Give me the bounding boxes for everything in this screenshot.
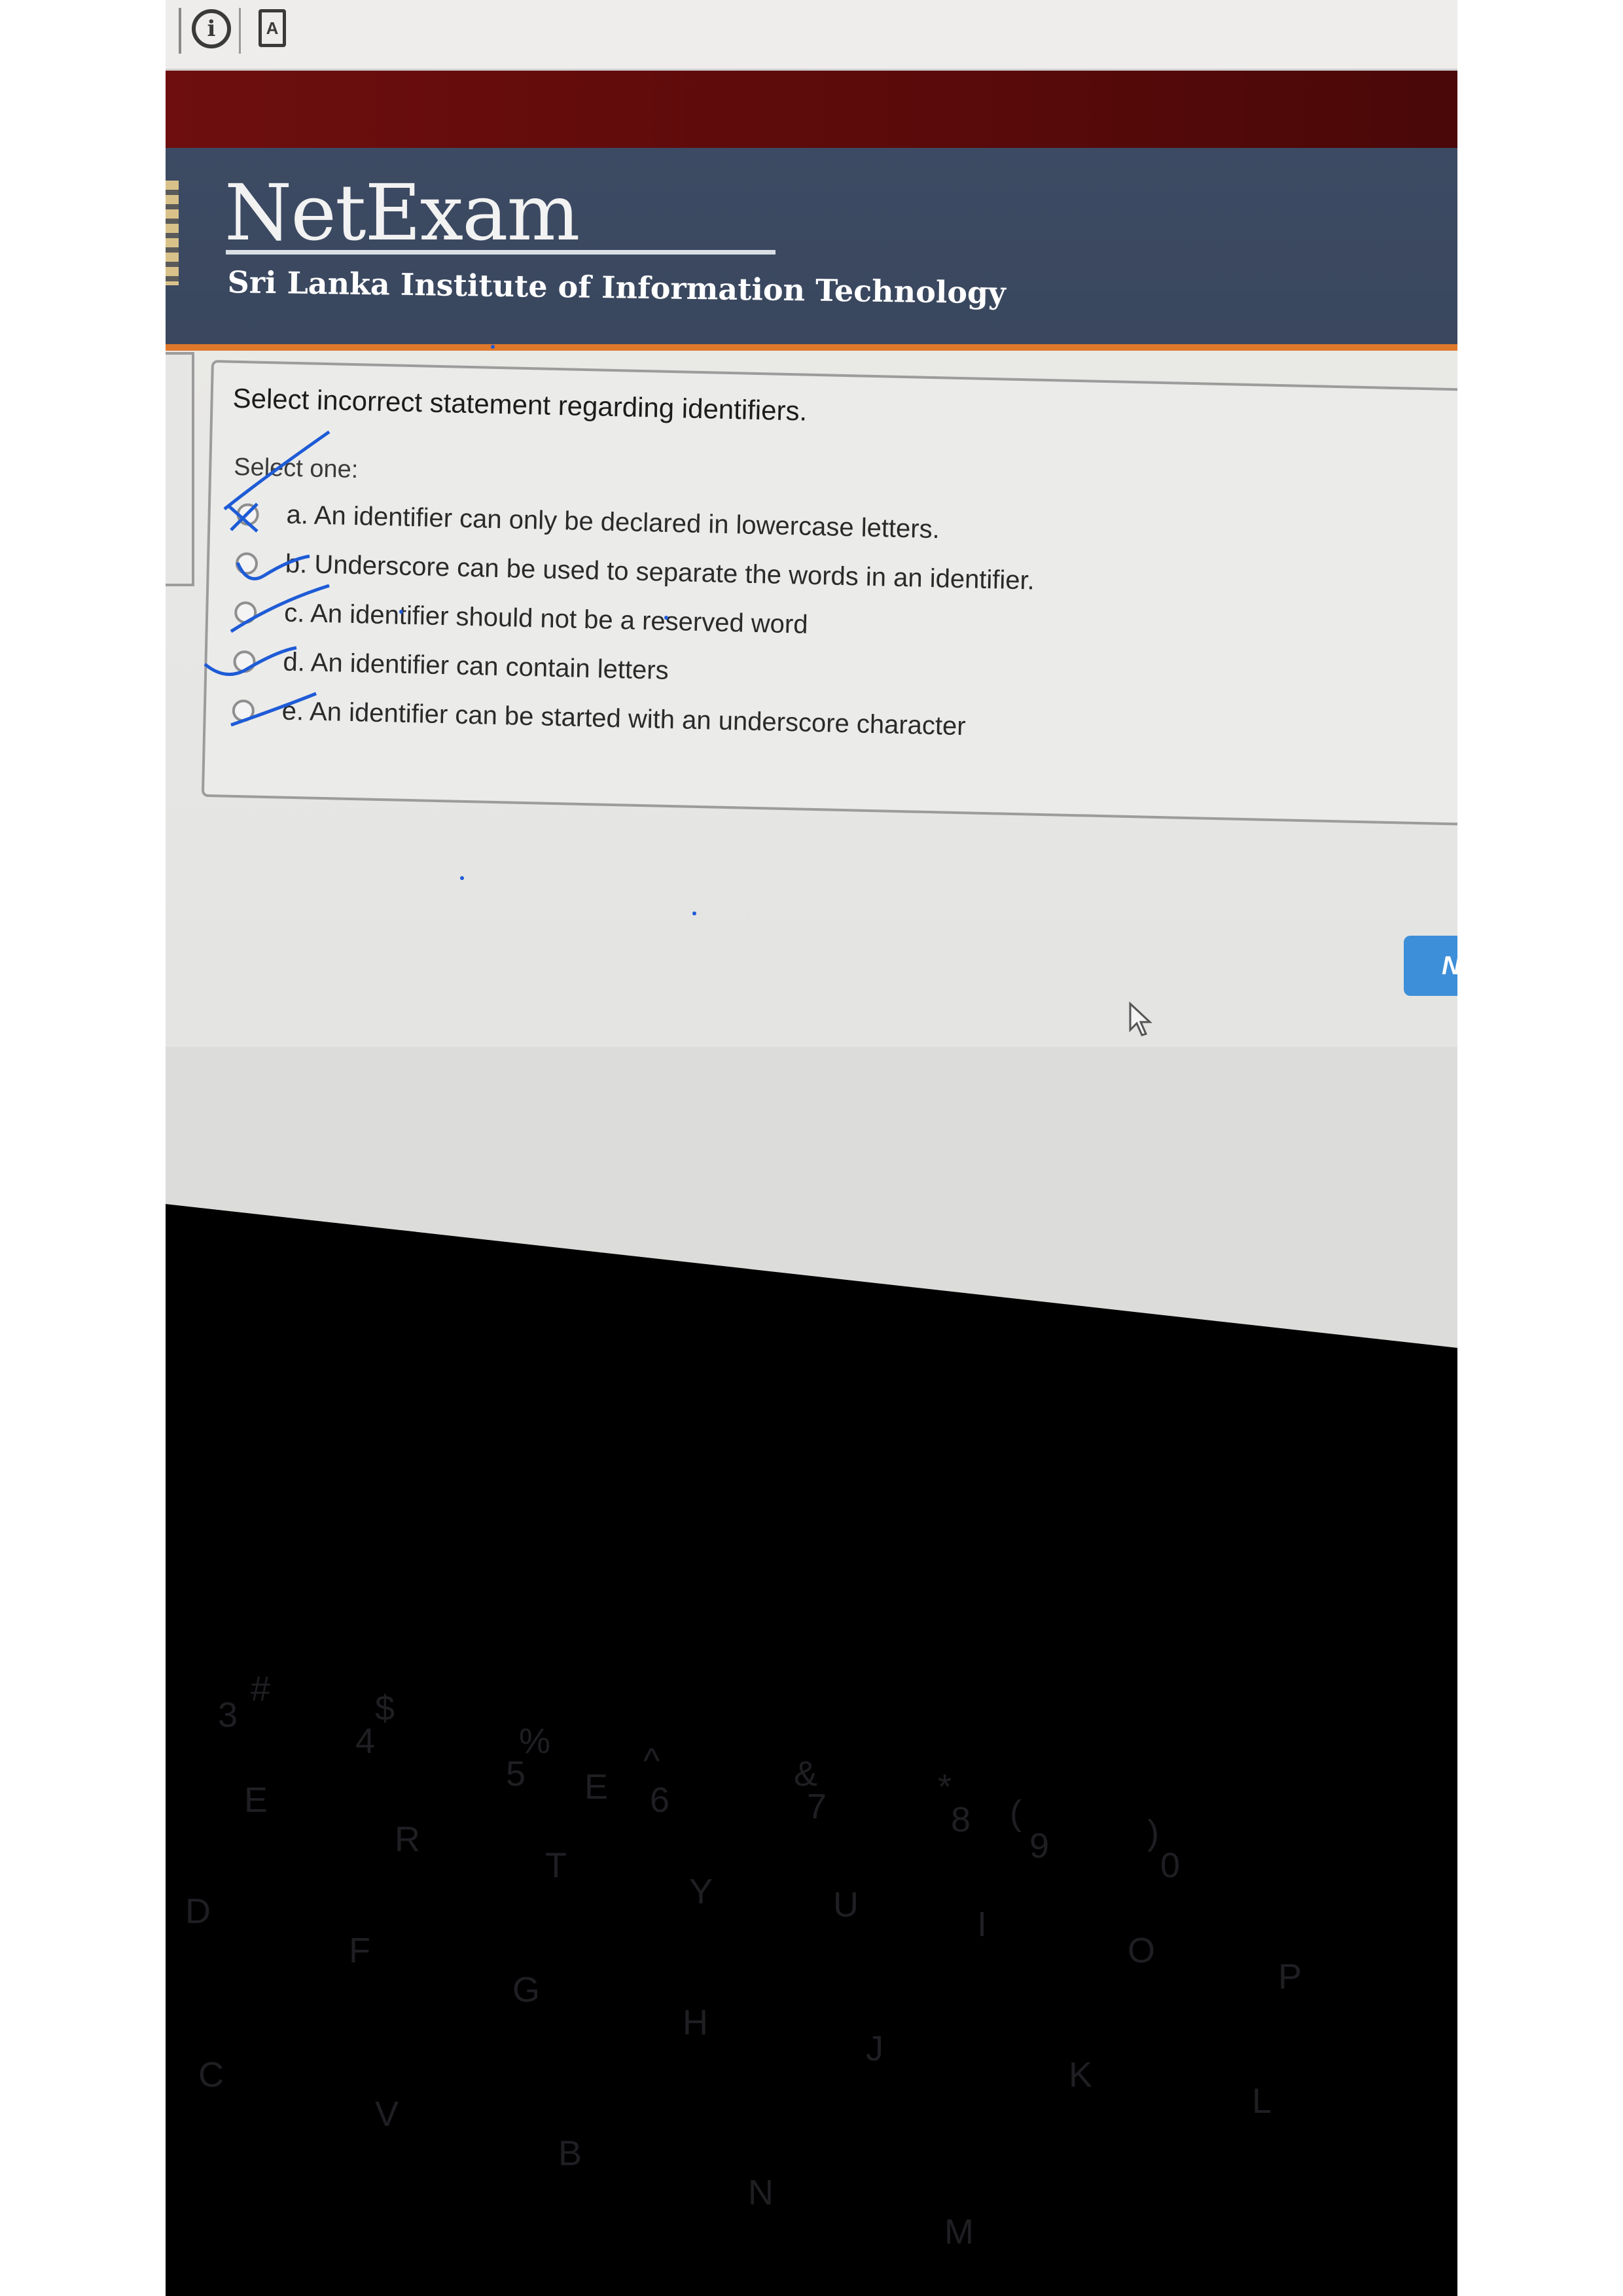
keyboard-key: 5 bbox=[506, 1754, 526, 1793]
keyboard-key: I bbox=[977, 1905, 988, 1944]
site-header: NetExam Sri Lanka Institute of Informati… bbox=[166, 148, 1457, 351]
answer-option-c[interactable]: c. An identifier should not be a reserve… bbox=[234, 597, 808, 640]
keyboard-key: $ bbox=[375, 1689, 395, 1728]
mouse-cursor-icon bbox=[1129, 1001, 1152, 1036]
keyboard-key: U bbox=[833, 1885, 859, 1924]
keyboard-key: N bbox=[748, 2173, 774, 2212]
keyboard-key: E bbox=[584, 1767, 609, 1807]
answer-option-d[interactable]: d. An identifier can contain letters bbox=[233, 646, 669, 686]
keyboard-key: V bbox=[375, 2094, 399, 2134]
info-circle-icon[interactable]: i bbox=[192, 9, 231, 48]
brand-title: NetExam bbox=[224, 168, 580, 258]
radio-button[interactable] bbox=[234, 601, 257, 624]
keyboard-key: 8 bbox=[951, 1800, 971, 1839]
keyboard-key: Y bbox=[689, 1872, 713, 1911]
radio-button[interactable] bbox=[235, 552, 259, 575]
next-page-button[interactable]: N bbox=[1404, 936, 1457, 996]
keyboard-key: K bbox=[1069, 2055, 1093, 2094]
institute-logo bbox=[166, 181, 179, 285]
keyboard-key: 0 bbox=[1160, 1846, 1181, 1885]
maroon-banner bbox=[166, 71, 1457, 150]
answer-option-label: c. An identifier should not be a reserve… bbox=[283, 598, 809, 639]
brand-underline bbox=[226, 250, 776, 255]
photo-canvas: i A NetExam Sri Lanka Institute of Infor… bbox=[0, 0, 1623, 2296]
keyboard-key: B bbox=[558, 2134, 582, 2173]
question-card: Select incorrect statement regarding ide… bbox=[201, 360, 1457, 826]
answer-option-label: a. An identifier can only be declared in… bbox=[286, 500, 940, 544]
keyboard-key: 3 bbox=[218, 1695, 238, 1735]
keyboard-key: ) bbox=[1147, 1813, 1159, 1852]
answer-option-label: e. An identifier can be started with an … bbox=[281, 696, 967, 741]
answer-option-b[interactable]: b. Underscore can be used to separate th… bbox=[235, 548, 1035, 596]
keyboard-key: 4 bbox=[355, 1722, 376, 1761]
keyboard-key: L bbox=[1252, 2081, 1272, 2121]
keyboard-key: O bbox=[1128, 1931, 1156, 1970]
keyboard-key: P bbox=[1278, 1957, 1302, 1996]
keyboard-key: 6 bbox=[650, 1780, 670, 1820]
screen-photo: i A NetExam Sri Lanka Institute of Infor… bbox=[166, 0, 1457, 2296]
keyboard-key: 7 bbox=[807, 1787, 827, 1826]
toolbar-divider bbox=[179, 8, 181, 54]
toolbar-divider bbox=[239, 8, 241, 54]
keyboard-key: * bbox=[938, 1767, 952, 1807]
screen-bottom-edge bbox=[166, 1047, 1457, 1348]
keyboard-key: J bbox=[866, 2029, 883, 2068]
pdf-document-icon[interactable]: A bbox=[259, 9, 286, 47]
answer-option-label: d. An identifier can contain letters bbox=[283, 647, 669, 685]
answer-option-e[interactable]: e. An identifier can be started with an … bbox=[232, 696, 966, 741]
radio-button[interactable] bbox=[233, 650, 256, 673]
keyboard-key: F bbox=[349, 1931, 370, 1970]
keyboard-key: ( bbox=[1010, 1793, 1022, 1833]
answer-prompt: Select one: bbox=[233, 453, 359, 484]
keyboard-key: H bbox=[683, 2003, 708, 2042]
keyboard-key: ^ bbox=[643, 1741, 660, 1780]
keyboard-key: M bbox=[944, 2212, 974, 2252]
keyboard-key: G bbox=[512, 1970, 541, 2009]
radio-button[interactable] bbox=[232, 699, 255, 722]
question-text: Select incorrect statement regarding ide… bbox=[232, 382, 808, 427]
keyboard-key: 9 bbox=[1029, 1826, 1050, 1865]
keyboard-key: # bbox=[251, 1669, 271, 1708]
laptop-keyboard: 3 # $4% 5 E ^ 6 & 7 * 8(9) 0 E R T Y U I O P D F G H J K L C V B N M bbox=[166, 1426, 1457, 2296]
quiz-navigation-panel bbox=[166, 352, 194, 586]
keyboard-key: T bbox=[545, 1846, 567, 1885]
keyboard-key: E bbox=[244, 1780, 268, 1820]
browser-toolbar: i A bbox=[166, 0, 1457, 71]
keyboard-key: D bbox=[185, 1892, 211, 1931]
answer-option-a[interactable]: a. An identifier can only be declared in… bbox=[236, 499, 940, 544]
keyboard-key: C bbox=[198, 2055, 224, 2094]
answer-option-label: b. Underscore can be used to separate th… bbox=[285, 549, 1035, 595]
keyboard-key: R bbox=[395, 1820, 420, 1859]
radio-button[interactable] bbox=[236, 503, 260, 526]
institute-name: Sri Lanka Institute of Information Techn… bbox=[227, 264, 1007, 311]
